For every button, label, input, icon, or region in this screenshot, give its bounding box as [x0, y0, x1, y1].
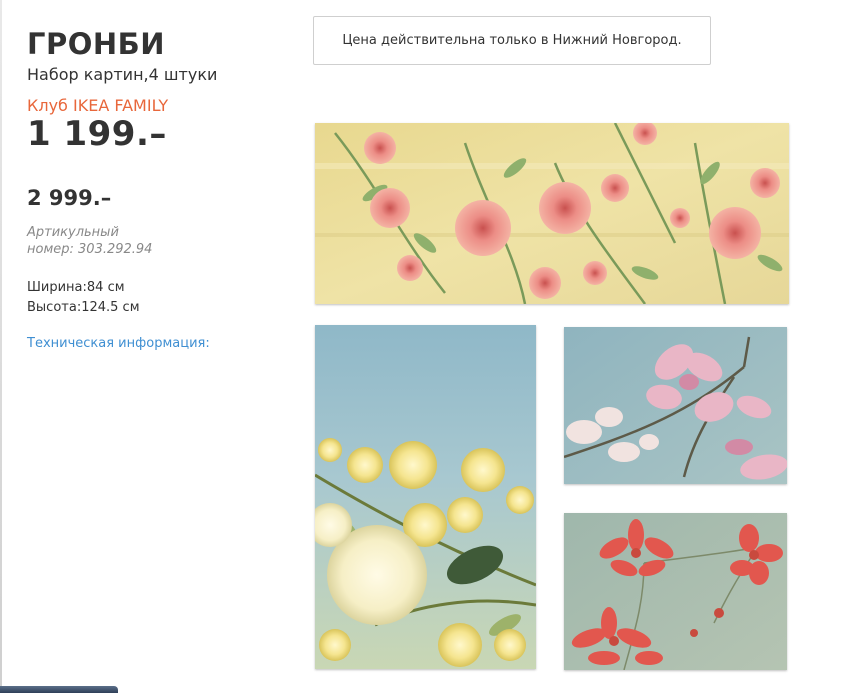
picture-red-cosmos[interactable]	[564, 513, 787, 670]
picture-yellow-roses[interactable]	[315, 325, 536, 669]
article-label: Артикульный	[27, 225, 119, 240]
ikea-family-label: Клуб IKEA FAMILY	[27, 96, 169, 115]
regular-price: 2 999.–	[27, 186, 112, 210]
height-spec: Высота:124.5 см	[27, 300, 140, 315]
article-number: Артикульный номер: 303.292.94	[27, 224, 227, 258]
article-value: номер: 303.292.94	[27, 242, 153, 257]
product-title: ГРОНБИ	[27, 27, 166, 61]
taskbar-edge	[0, 686, 118, 693]
width-spec: Ширина:84 см	[27, 280, 125, 295]
picture-pink-magnolia[interactable]	[564, 327, 787, 484]
window-edge	[0, 0, 2, 693]
product-description: Набор картин,4 штуки	[27, 65, 218, 84]
picture-pink-blossoms[interactable]	[315, 123, 789, 304]
price-notice-text: Цена действительна только в Нижний Новго…	[342, 33, 682, 48]
tech-info-link[interactable]: Техническая информация:	[27, 336, 210, 351]
product-image-gallery[interactable]	[313, 121, 791, 673]
family-price: 1 199.–	[27, 114, 167, 154]
price-notice: Цена действительна только в Нижний Новго…	[313, 16, 711, 65]
product-page: ГРОНБИ Набор картин,4 штуки Клуб IKEA FA…	[0, 0, 853, 693]
